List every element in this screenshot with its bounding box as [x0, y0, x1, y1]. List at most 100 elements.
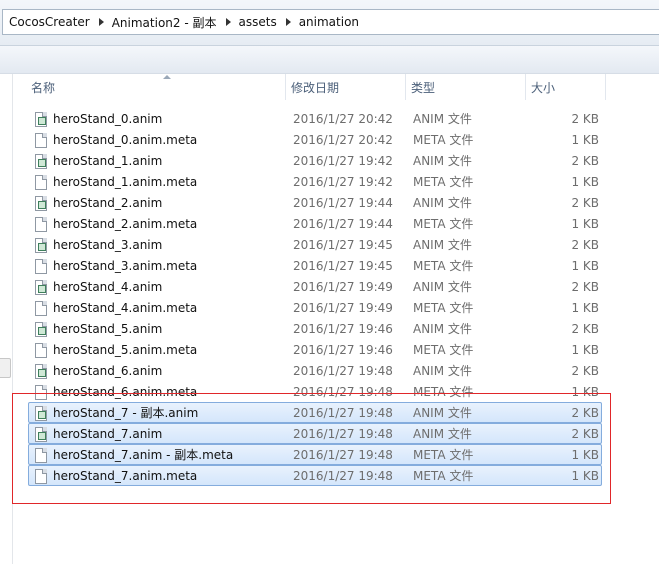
file-size: 1 KB [571, 175, 599, 189]
file-size: 1 KB [571, 217, 599, 231]
file-row[interactable]: heroStand_7.anim - 副本.meta 2016/1/27 19:4… [28, 444, 602, 465]
file-row[interactable]: heroStand_2.anim 2016/1/27 19:44 ANIM 文件 2 … [28, 192, 602, 213]
file-modified-date: 2016/1/27 19:42 [293, 175, 393, 189]
anim-file-icon [35, 322, 47, 337]
file-modified-date: 2016/1/27 19:48 [293, 448, 393, 462]
file-type: ANIM 文件 [413, 364, 472, 378]
file-type: META 文件 [413, 301, 474, 315]
file-name: heroStand_7.anim - 副本.meta [53, 448, 234, 462]
command-bar [0, 46, 659, 74]
nav-pane-scroll-handle[interactable] [0, 358, 11, 378]
navigation-pane [0, 74, 13, 564]
file-modified-date: 2016/1/27 19:48 [293, 427, 393, 441]
file-size: 2 KB [571, 406, 599, 420]
file-modified-date: 2016/1/27 19:42 [293, 154, 393, 168]
file-type: ANIM 文件 [413, 196, 472, 210]
file-name: heroStand_5.anim.meta [53, 343, 198, 357]
file-row[interactable]: heroStand_2.anim.meta 2016/1/27 19:44 META… [28, 213, 602, 234]
anim-file-icon [35, 154, 47, 169]
file-type: META 文件 [413, 175, 474, 189]
file-row[interactable]: heroStand_6.anim 2016/1/27 19:48 ANIM 文件 2 … [28, 360, 602, 381]
blank-file-icon [35, 469, 47, 484]
file-type: META 文件 [413, 259, 474, 273]
breadcrumb[interactable]: CocosCreater Animation2 - 副本 assets anim… [2, 9, 659, 35]
file-row[interactable]: heroStand_4.anim.meta 2016/1/27 19:49 META… [28, 297, 602, 318]
breadcrumb-item-animation[interactable]: animation [299, 15, 359, 29]
file-modified-date: 2016/1/27 19:48 [293, 406, 393, 420]
blank-file-icon [35, 385, 47, 400]
file-type: ANIM 文件 [413, 238, 472, 252]
file-size: 1 KB [571, 469, 599, 483]
file-name: heroStand_1.anim [53, 154, 163, 168]
file-name: heroStand_6.anim [53, 364, 163, 378]
file-modified-date: 2016/1/27 19:44 [293, 196, 393, 210]
file-type: META 文件 [413, 469, 474, 483]
file-name: heroStand_5.anim [53, 322, 163, 336]
breadcrumb-item-assets[interactable]: assets [239, 15, 277, 29]
anim-file-icon [35, 196, 47, 211]
column-header-size-label: 大小 [531, 81, 556, 95]
file-row[interactable]: heroStand_7.anim 2016/1/27 19:48 ANIM 文件 2 … [28, 423, 602, 444]
file-row[interactable]: heroStand_0.anim 2016/1/27 20:42 ANIM 文件 2 … [28, 108, 602, 129]
file-row[interactable]: heroStand_5.anim 2016/1/27 19:46 ANIM 文件 2 … [28, 318, 602, 339]
file-type: ANIM 文件 [413, 280, 472, 294]
breadcrumb-label: CocosCreater [9, 15, 90, 29]
chevron-right-icon[interactable] [98, 18, 104, 26]
file-name: heroStand_4.anim [53, 280, 163, 294]
file-modified-date: 2016/1/27 19:48 [293, 385, 393, 399]
file-row[interactable]: heroStand_3.anim 2016/1/27 19:45 ANIM 文件 2 … [28, 234, 602, 255]
column-header-date[interactable]: 修改日期 [286, 74, 406, 100]
file-modified-date: 2016/1/27 19:46 [293, 322, 393, 336]
anim-file-icon [35, 364, 47, 379]
file-size: 1 KB [571, 343, 599, 357]
column-header-type-label: 类型 [411, 81, 436, 95]
file-type: META 文件 [413, 217, 474, 231]
file-size: 2 KB [571, 112, 599, 126]
file-modified-date: 2016/1/27 19:49 [293, 301, 393, 315]
column-header-size[interactable]: 大小 [526, 74, 606, 100]
file-type: ANIM 文件 [413, 406, 472, 420]
chevron-right-icon[interactable] [225, 18, 231, 26]
file-name: heroStand_1.anim.meta [53, 175, 198, 189]
file-type: ANIM 文件 [413, 154, 472, 168]
file-modified-date: 2016/1/27 19:45 [293, 238, 393, 252]
file-name: heroStand_0.anim.meta [53, 133, 198, 147]
anim-file-icon [35, 427, 47, 442]
file-name: heroStand_6.anim.meta [53, 385, 198, 399]
column-header-name-label: 名称 [31, 81, 56, 95]
breadcrumb-label: assets [238, 15, 277, 29]
file-row[interactable]: heroStand_7.anim.meta 2016/1/27 19:48 META… [28, 465, 602, 486]
file-modified-date: 2016/1/27 19:44 [293, 217, 393, 231]
file-row[interactable]: heroStand_3.anim.meta 2016/1/27 19:45 META… [28, 255, 602, 276]
file-size: 2 KB [571, 427, 599, 441]
file-modified-date: 2016/1/27 19:46 [293, 343, 393, 357]
file-name: heroStand_3.anim.meta [53, 259, 198, 273]
file-name: heroStand_2.anim [53, 196, 163, 210]
file-list: heroStand_0.anim 2016/1/27 20:42 ANIM 文件 2 … [28, 108, 602, 486]
anim-file-icon [35, 112, 47, 127]
file-size: 1 KB [571, 301, 599, 315]
file-size: 2 KB [571, 196, 599, 210]
file-row[interactable]: heroStand_5.anim.meta 2016/1/27 19:46 META… [28, 339, 602, 360]
file-row[interactable]: heroStand_4.anim 2016/1/27 19:49 ANIM 文件 2 … [28, 276, 602, 297]
file-size: 1 KB [571, 385, 599, 399]
file-row[interactable]: heroStand_1.anim 2016/1/27 19:42 ANIM 文件 2 … [28, 150, 602, 171]
breadcrumb-item-project[interactable]: Animation2 - 副本 [112, 14, 217, 31]
file-type: ANIM 文件 [413, 322, 472, 336]
blank-file-icon [35, 217, 47, 232]
chevron-right-icon[interactable] [285, 18, 291, 26]
blank-file-icon [35, 175, 47, 190]
file-row[interactable]: heroStand_1.anim.meta 2016/1/27 19:42 META… [28, 171, 602, 192]
file-size: 2 KB [571, 322, 599, 336]
column-header-type[interactable]: 类型 [406, 74, 526, 100]
file-size: 1 KB [571, 259, 599, 273]
column-header-name[interactable]: 名称 [26, 74, 286, 100]
breadcrumb-item-root[interactable]: CocosCreater [9, 15, 90, 29]
file-row[interactable]: heroStand_0.anim.meta 2016/1/27 20:42 META… [28, 129, 602, 150]
file-type: ANIM 文件 [413, 112, 472, 126]
file-name: heroStand_3.anim [53, 238, 163, 252]
file-row[interactable]: heroStand_7 - 副本.anim 2016/1/27 19:48 ANIM… [28, 402, 602, 423]
file-row[interactable]: heroStand_6.anim.meta 2016/1/27 19:48 META… [28, 381, 602, 402]
blank-file-icon [35, 133, 47, 148]
file-type: META 文件 [413, 448, 474, 462]
